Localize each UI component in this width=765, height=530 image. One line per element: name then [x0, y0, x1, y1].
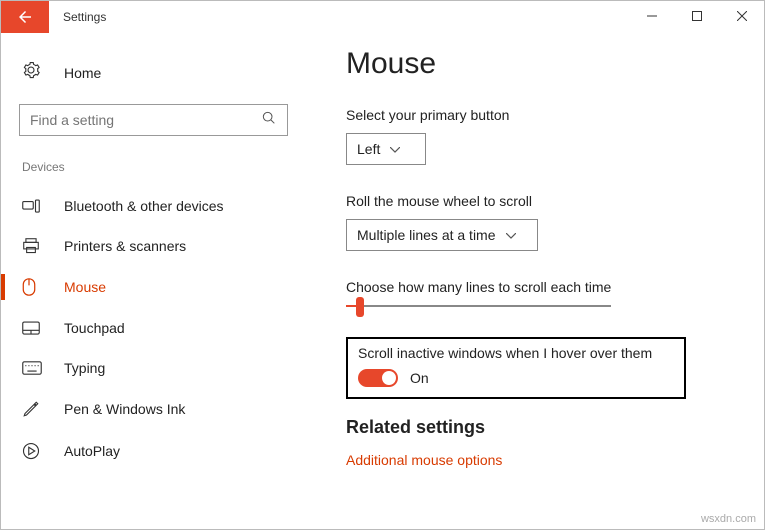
- highlight-box: Scroll inactive windows when I hover ove…: [346, 337, 686, 399]
- minimize-button[interactable]: [629, 1, 674, 31]
- window-controls: [629, 1, 764, 31]
- chevron-down-icon: [506, 226, 516, 244]
- sidebar-item-label: Typing: [64, 360, 105, 376]
- home-label: Home: [64, 65, 101, 81]
- sidebar-item-label: Mouse: [64, 279, 106, 295]
- search-input[interactable]: [19, 104, 288, 136]
- sidebar-item-label: Printers & scanners: [64, 238, 186, 254]
- search-field[interactable]: [30, 112, 261, 128]
- page-title: Mouse: [346, 47, 730, 81]
- gear-icon: [22, 61, 44, 84]
- sidebar-item-label: AutoPlay: [64, 443, 120, 459]
- window-title: Settings: [63, 10, 106, 24]
- search-icon: [261, 110, 277, 131]
- pen-icon: [22, 400, 44, 418]
- dropdown-value: Left: [357, 141, 380, 157]
- sidebar-item-label: Bluetooth & other devices: [64, 198, 224, 214]
- slider-thumb[interactable]: [356, 297, 364, 317]
- devices-icon: [22, 199, 44, 213]
- primary-button-label: Select your primary button: [346, 107, 730, 123]
- close-button[interactable]: [719, 1, 764, 31]
- sidebar-item-pen[interactable]: Pen & Windows Ink: [1, 388, 306, 430]
- related-settings-header: Related settings: [346, 417, 730, 438]
- inactive-windows-label: Scroll inactive windows when I hover ove…: [358, 345, 674, 361]
- lines-slider[interactable]: [346, 305, 611, 307]
- toggle-value: On: [410, 370, 429, 386]
- watermark: wsxdn.com: [701, 513, 756, 525]
- inactive-windows-toggle[interactable]: [358, 369, 398, 387]
- home-button[interactable]: Home: [1, 57, 306, 100]
- back-arrow-icon: [16, 8, 34, 26]
- scroll-wheel-dropdown[interactable]: Multiple lines at a time: [346, 219, 538, 251]
- scroll-wheel-label: Roll the mouse wheel to scroll: [346, 193, 730, 209]
- chevron-down-icon: [390, 140, 400, 158]
- sidebar-item-mouse[interactable]: Mouse: [1, 266, 306, 308]
- titlebar: Settings: [1, 1, 764, 33]
- sidebar-item-label: Pen & Windows Ink: [64, 401, 185, 417]
- touchpad-icon: [22, 321, 44, 335]
- sidebar-item-touchpad[interactable]: Touchpad: [1, 308, 306, 348]
- sidebar-item-label: Touchpad: [64, 320, 125, 336]
- sidebar: Home Devices Bluetooth & other devices P…: [1, 33, 306, 529]
- additional-mouse-options-link[interactable]: Additional mouse options: [346, 452, 730, 468]
- sidebar-item-bluetooth[interactable]: Bluetooth & other devices: [1, 186, 306, 226]
- sidebar-item-printers[interactable]: Printers & scanners: [1, 226, 306, 266]
- keyboard-icon: [22, 361, 44, 375]
- back-button[interactable]: [1, 1, 49, 33]
- mouse-icon: [22, 278, 44, 296]
- primary-button-dropdown[interactable]: Left: [346, 133, 426, 165]
- section-header: Devices: [1, 160, 306, 186]
- dropdown-value: Multiple lines at a time: [357, 227, 496, 243]
- autoplay-icon: [22, 442, 44, 460]
- toggle-knob: [382, 371, 396, 385]
- sidebar-item-autoplay[interactable]: AutoPlay: [1, 430, 306, 472]
- main-pane: Mouse Select your primary button Left Ro…: [306, 33, 764, 529]
- sidebar-item-typing[interactable]: Typing: [1, 348, 306, 388]
- lines-label: Choose how many lines to scroll each tim…: [346, 279, 730, 295]
- maximize-button[interactable]: [674, 1, 719, 31]
- printer-icon: [22, 238, 44, 254]
